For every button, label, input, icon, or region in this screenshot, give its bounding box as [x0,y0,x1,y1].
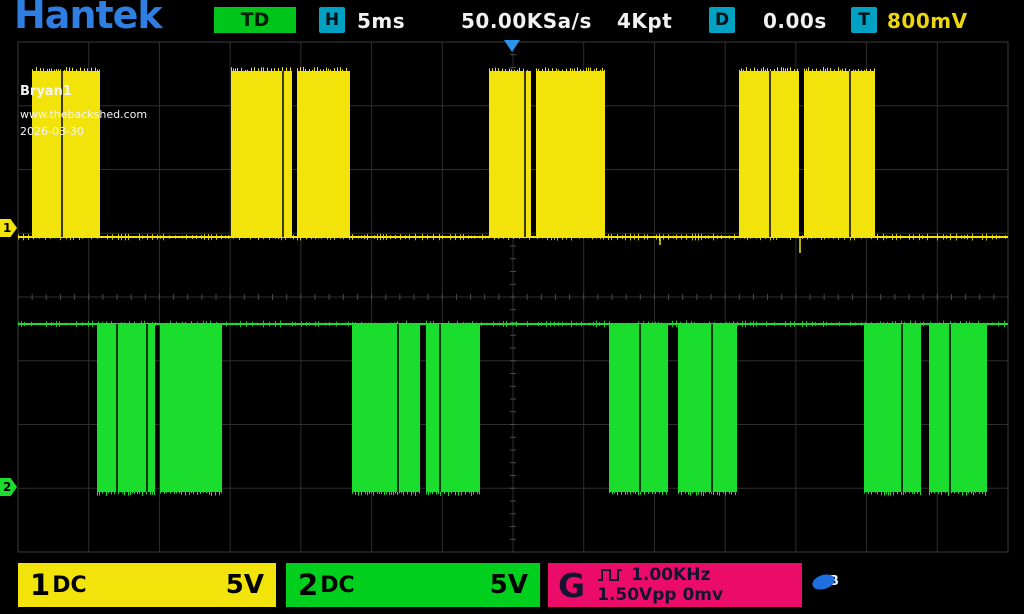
channel2-marker-label: 2 [3,480,11,494]
channel1-info-box: 1 DC 5V [18,563,276,607]
annotation-url: www.thebackshed.com [20,108,147,121]
generator-readouts: 1.00KHz 1.50Vpp 0mv [597,565,723,606]
usb-device-indicator: B [812,574,839,589]
channel1-coupling: DC [52,573,226,598]
trigger-position-marker-icon [504,40,520,52]
channel2-number: 2 [298,568,318,602]
generator-info-box: G 1.00KHz 1.50Vpp 0mv [548,563,802,607]
trigger-badge: T [851,7,877,33]
square-wave-icon [597,568,623,582]
generator-amplitude: 1.50Vpp 0mv [597,585,723,605]
annotation-overlay: Bryan1 www.thebackshed.com 2026-03-30 [20,84,147,138]
trigger-level-readout: 800mV [887,9,968,33]
trigger-status-badge: TD [214,7,296,33]
delay-badge: D [709,7,735,33]
channel1-scale: 5V [226,570,264,600]
waveform-display: Bryan1 www.thebackshed.com 2026-03-30 1 … [0,40,1024,554]
generator-label: G [558,566,585,605]
channel2-info-box: 2 DC 5V [286,563,540,607]
brand-logo: Hantek [14,0,162,37]
annotation-username: Bryan1 [20,84,147,99]
channel2-scale: 5V [490,570,528,600]
channel1-number: 1 [30,568,50,602]
generator-frequency: 1.00KHz [631,565,710,585]
horizontal-badge: H [319,7,345,33]
annotation-date: 2026-03-30 [20,125,147,138]
timebase-readout: 5ms [357,9,405,33]
waveform-canvas [0,40,1024,554]
oscilloscope-screen: Hantek TD H 5ms 50.00KSa/s 4Kpt D 0.00s … [0,0,1024,614]
channel2-coupling: DC [320,573,490,598]
memory-depth-readout: 4Kpt [617,9,672,33]
sample-rate-readout: 50.00KSa/s [461,9,592,33]
delay-readout: 0.00s [763,9,827,33]
channel1-marker-label: 1 [3,221,11,235]
